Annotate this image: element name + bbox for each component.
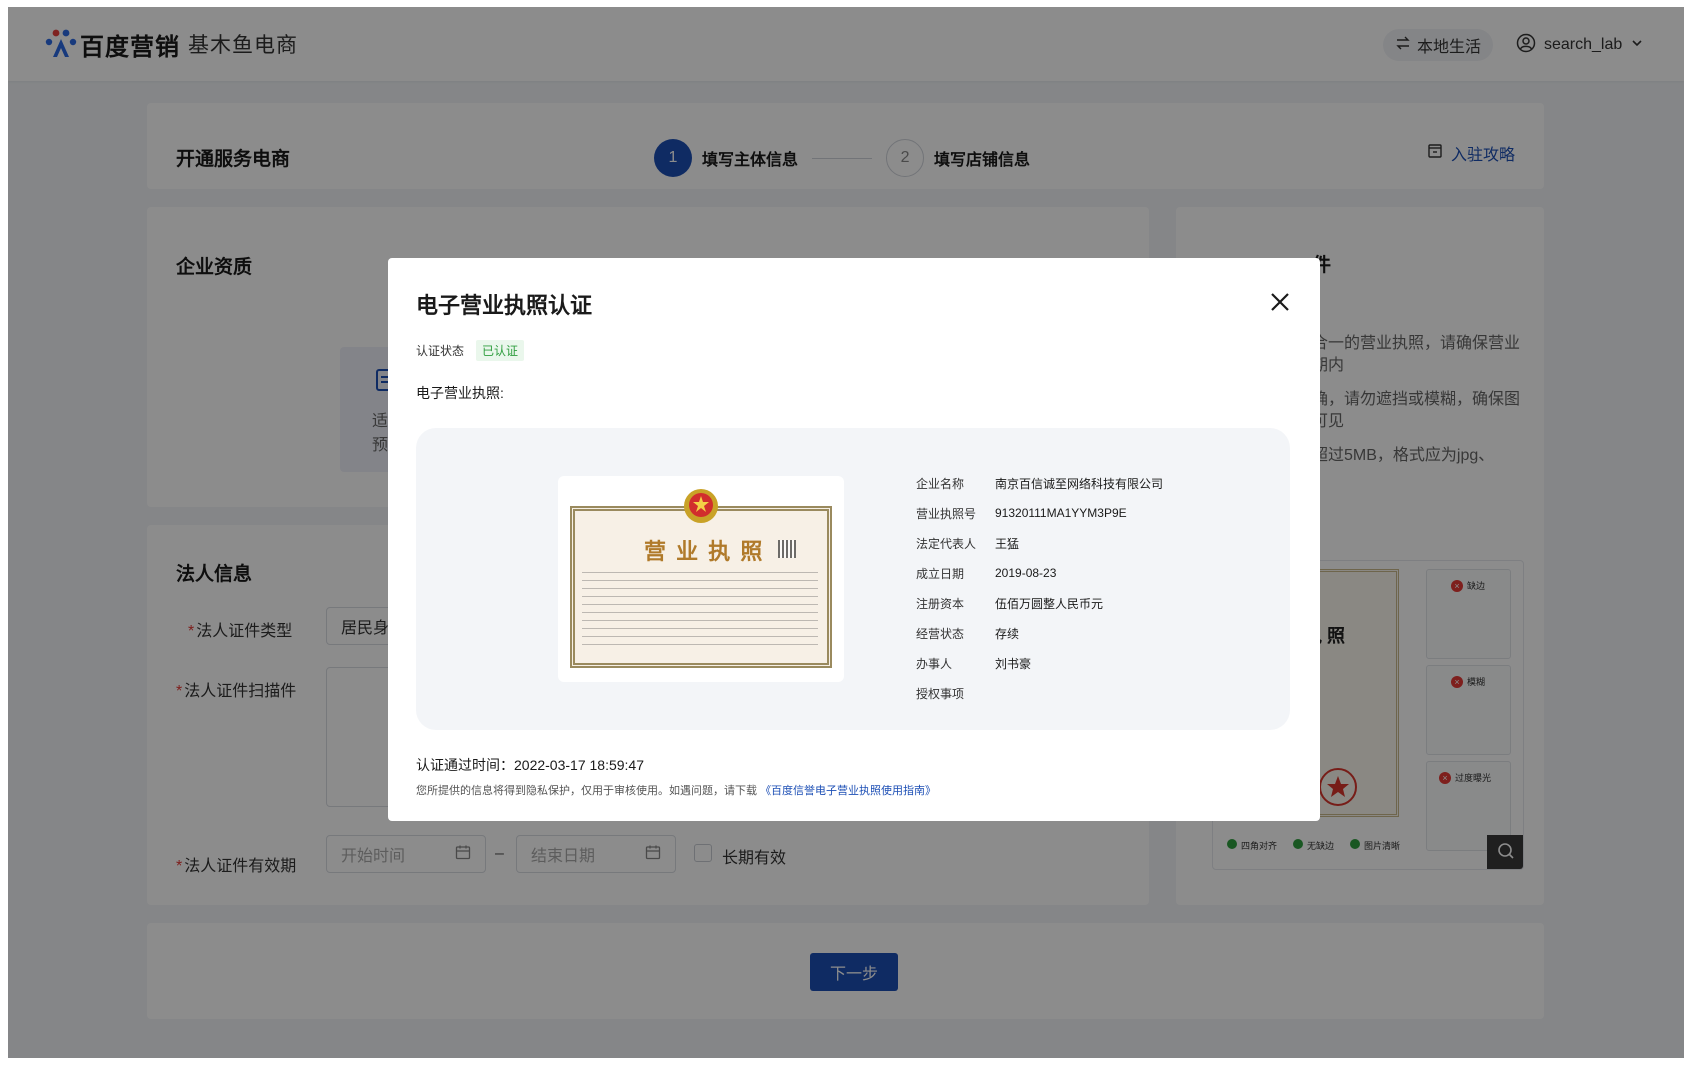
license-auth-modal: 电子营业执照认证 认证状态 已认证 电子营业执照: 营 业 执 照 企业名称 南京… (388, 258, 1320, 821)
close-icon (1266, 293, 1294, 320)
info-row: 法定代表人 王猛 (916, 536, 1020, 551)
info-row: 营业执照号 91320111MA1YYM3P9E (916, 506, 1127, 521)
info-row: 办事人 刘书豪 (916, 656, 1032, 671)
auth-pass-time: 认证通过时间：2022-03-17 18:59:47 (416, 757, 644, 773)
license-info-list: 企业名称 南京百信诚至网络科技有限公司 营业执照号 91320111MA1YYM3P… (916, 468, 1163, 708)
privacy-notice: 您所提供的信息将得到隐私保护，仅用于审核使用。如遇问题，请下载 《百度信誉电子营… (416, 785, 937, 797)
app-frame: 百度营销 基木鱼电商 本地生活 search_lab 开通服务电商 1 填写主体… (8, 7, 1684, 1058)
auth-status-label: 认证状态 (416, 344, 465, 358)
qr-code-icon (778, 540, 796, 558)
info-row: 企业名称 南京百信诚至网络科技有限公司 (916, 476, 1164, 491)
info-row: 注册资本 伍佰万圆整人民币元 (916, 596, 1104, 611)
info-row: 成立日期 2019-08-23 (916, 566, 1057, 581)
certificate-text-lines (582, 572, 818, 652)
license-detail-panel: 营 业 执 照 企业名称 南京百信诚至网络科技有限公司 营业执照号 91320111… (416, 428, 1290, 730)
modal-title: 电子营业执照认证 (416, 293, 593, 318)
info-row: 经营状态 存续 (916, 626, 1020, 641)
license-section-label: 电子营业执照: (416, 385, 504, 401)
certificate-title: 营 业 执 照 (644, 539, 765, 564)
info-row: 授权事项 (916, 686, 965, 701)
license-certificate-image[interactable]: 营 业 执 照 (558, 476, 844, 682)
close-button[interactable] (1266, 288, 1294, 316)
national-emblem-icon (684, 489, 718, 523)
auth-status-badge: 已认证 (476, 340, 525, 361)
usage-guide-link[interactable]: 《百度信誉电子营业执照使用指南》 (760, 785, 936, 797)
